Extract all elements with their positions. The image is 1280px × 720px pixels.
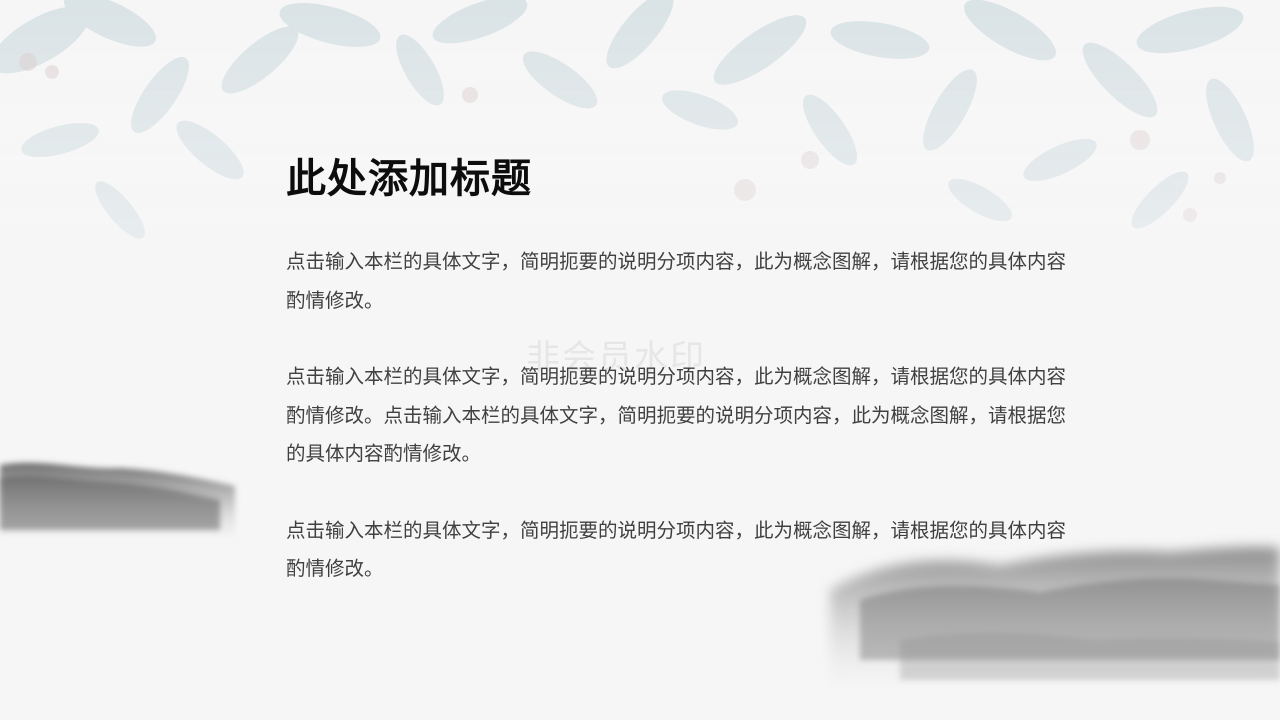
slide-title[interactable]: 此处添加标题 <box>286 150 1076 208</box>
body-paragraph-1[interactable]: 点击输入本栏的具体文字，简明扼要的说明分项内容，此为概念图解，请根据您的具体内容… <box>286 243 1076 320</box>
body-paragraph-2[interactable]: 点击输入本栏的具体文字，简明扼要的说明分项内容，此为概念图解，请根据您的具体内容… <box>286 358 1076 474</box>
slide: 非会员水印 此处添加标题 点击输入本栏的具体文字，简明扼要的说明分项内容，此为概… <box>0 0 1280 720</box>
content-block: 此处添加标题 点击输入本栏的具体文字，简明扼要的说明分项内容，此为概念图解，请根… <box>286 150 1076 589</box>
body-paragraph-3[interactable]: 点击输入本栏的具体文字，简明扼要的说明分项内容，此为概念图解，请根据您的具体内容… <box>286 512 1076 589</box>
